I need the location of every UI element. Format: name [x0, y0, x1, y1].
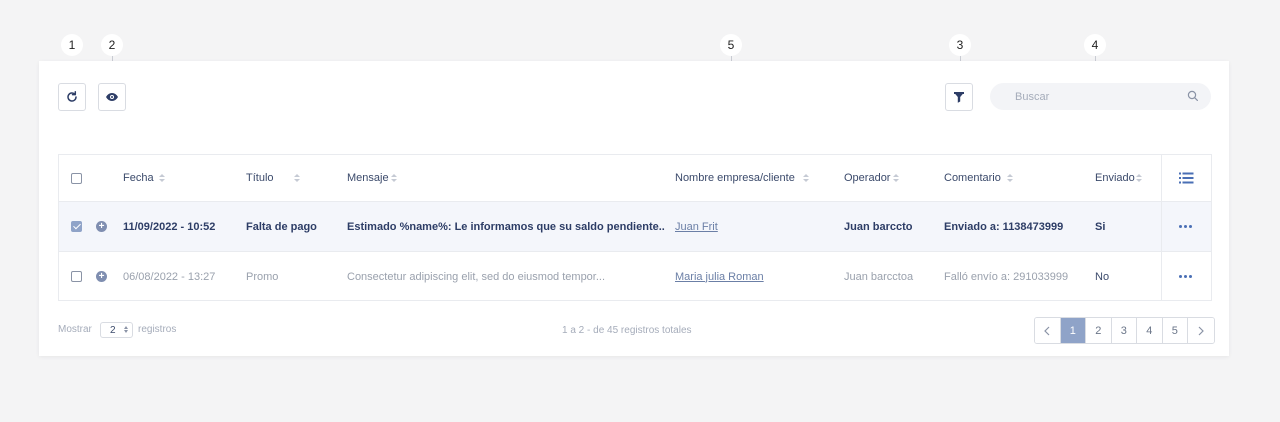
expand-row-icon[interactable]: + [96, 271, 107, 282]
search-input[interactable] [990, 83, 1211, 110]
column-header-enviado[interactable]: Enviado [1095, 155, 1142, 201]
cell-cliente-link[interactable]: Maria julia Roman [675, 252, 764, 301]
search-icon[interactable] [1187, 90, 1199, 102]
sort-icon [802, 174, 809, 182]
column-header-mensaje[interactable]: Mensaje [347, 155, 397, 201]
table-header: Fecha Título Mensaje Nombre empresa/clie… [59, 155, 1211, 201]
cell-operador: Juan barccto [844, 220, 913, 233]
column-header-comentario[interactable]: Comentario [944, 155, 1013, 201]
page-size-value: 2 [110, 324, 116, 336]
cell-titulo: Promo [246, 270, 279, 283]
select-arrows-icon [124, 326, 128, 333]
cell-enviado: Si [1095, 220, 1106, 233]
pagination: 1 2 3 4 5 [1034, 317, 1215, 344]
column-label: Mensaje [347, 172, 389, 184]
funnel-icon [954, 92, 964, 103]
page-button-2[interactable]: 2 [1086, 318, 1112, 343]
callout-5: 5 [720, 34, 742, 56]
cell-mensaje: Consectetur adipiscing elit, sed do eius… [347, 270, 606, 283]
cell-enviado: No [1095, 270, 1110, 283]
sort-icon [390, 174, 397, 182]
row-checkbox[interactable] [71, 271, 82, 282]
more-actions-icon[interactable] [1179, 225, 1192, 228]
more-actions-icon[interactable] [1179, 275, 1192, 278]
select-all-checkbox[interactable] [71, 172, 82, 184]
column-header-titulo[interactable]: Título [246, 155, 300, 201]
table-row[interactable]: + 11/09/2022 - 10:52 Falta de pago Estim… [59, 201, 1211, 251]
column-divider [1161, 155, 1162, 300]
page-button-5[interactable]: 5 [1162, 318, 1188, 343]
page-button-4[interactable]: 4 [1137, 318, 1163, 343]
records-summary: 1 a 2 - de 45 registros totales [562, 325, 692, 336]
messages-table: Fecha Título Mensaje Nombre empresa/clie… [58, 154, 1212, 301]
callout-1: 1 [61, 34, 83, 56]
list-icon [1179, 172, 1194, 184]
search-box [990, 83, 1211, 110]
sort-icon [1135, 174, 1142, 182]
cell-fecha: 06/08/2022 - 13:27 [123, 270, 216, 283]
chevron-left-icon [1044, 326, 1050, 335]
cell-operador: Juan barcctoa [844, 270, 914, 283]
next-page-button[interactable] [1188, 318, 1214, 343]
column-header-cliente[interactable]: Nombre empresa/cliente [675, 155, 809, 201]
cell-mensaje: Estimado %name%: Le informamos que su sa… [347, 220, 665, 233]
records-label: registros [138, 324, 177, 335]
column-label: Título [246, 172, 274, 184]
cell-cliente-link[interactable]: Juan Frit [675, 202, 718, 251]
table-row[interactable]: + 06/08/2022 - 13:27 Promo Consectetur a… [59, 251, 1211, 301]
page-button-3[interactable]: 3 [1111, 318, 1137, 343]
eye-icon [106, 93, 118, 101]
sort-icon [1006, 174, 1013, 182]
sort-icon [158, 174, 165, 182]
prev-page-button[interactable] [1035, 318, 1061, 343]
sort-icon [893, 174, 900, 182]
filter-button[interactable] [945, 83, 973, 111]
view-button[interactable] [98, 83, 126, 111]
refresh-button[interactable] [58, 83, 86, 111]
cell-titulo: Falta de pago [246, 220, 317, 233]
column-label: Fecha [123, 172, 154, 184]
callout-2: 2 [101, 34, 123, 56]
cell-comentario: Falló envío a: 291033999 [944, 270, 1069, 283]
column-label: Nombre empresa/cliente [675, 172, 795, 184]
column-label: Operador [844, 172, 891, 184]
cell-comentario: Enviado a: 1138473999 [944, 220, 1064, 233]
row-checkbox[interactable] [71, 221, 82, 232]
column-label: Enviado [1095, 172, 1135, 184]
expand-row-icon[interactable]: + [96, 221, 107, 232]
callout-4: 4 [1084, 34, 1106, 56]
column-menu-button[interactable] [1179, 155, 1194, 201]
page-size-select[interactable]: 2 [100, 322, 133, 338]
page-button-1[interactable]: 1 [1060, 318, 1086, 343]
refresh-icon [67, 91, 77, 102]
callout-3: 3 [949, 34, 971, 56]
messages-panel: Fecha Título Mensaje Nombre empresa/clie… [39, 61, 1229, 356]
column-header-fecha[interactable]: Fecha [123, 155, 165, 201]
chevron-right-icon [1198, 326, 1204, 335]
column-label: Comentario [944, 172, 1001, 184]
sort-icon [293, 174, 300, 182]
show-label: Mostrar [58, 324, 92, 335]
cell-fecha: 11/09/2022 - 10:52 [123, 220, 216, 233]
column-header-operador[interactable]: Operador [844, 155, 900, 201]
